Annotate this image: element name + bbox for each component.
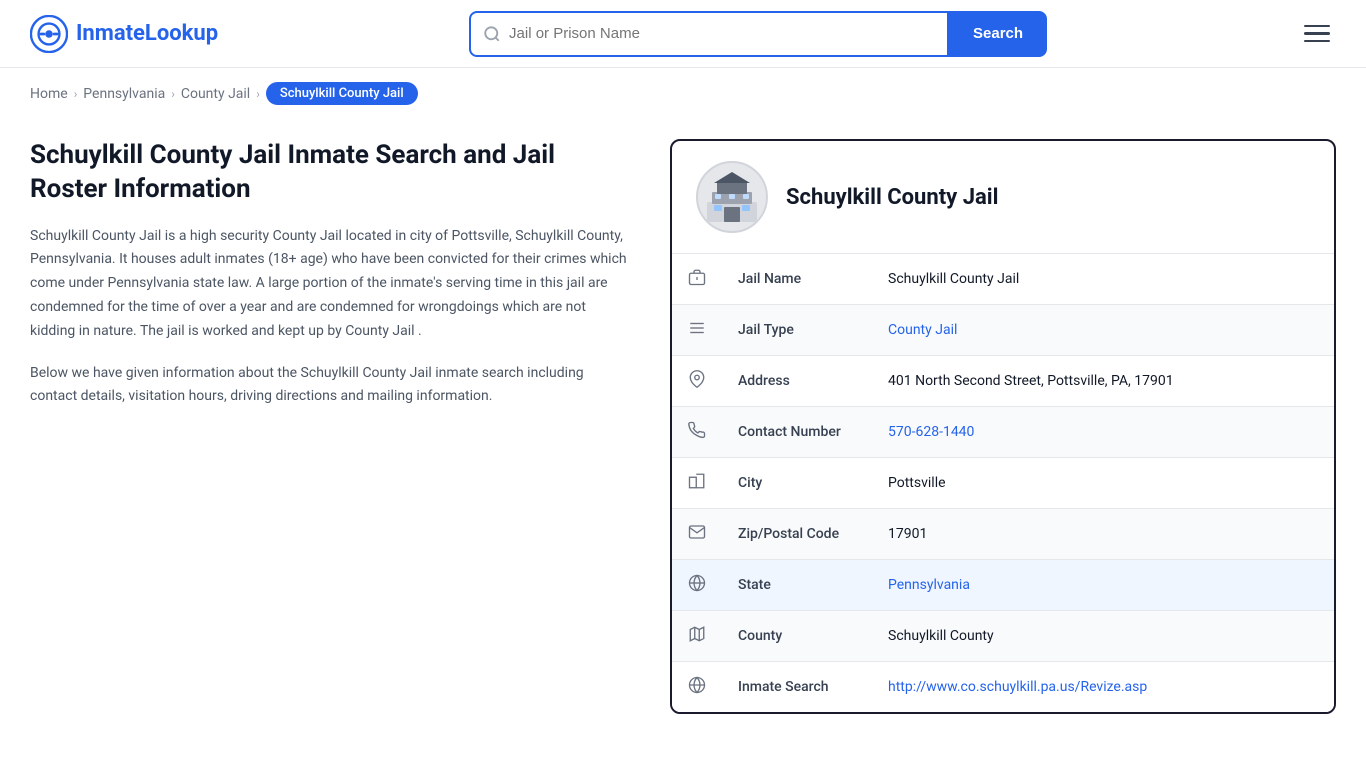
breadcrumb: Home › Pennsylvania › County Jail › Schu… <box>0 68 1366 119</box>
search-globe-icon <box>672 662 722 713</box>
cell-value-wrap: http://www.co.schuylkill.pa.us/Revize.as… <box>872 662 1334 713</box>
search-area: Search <box>469 11 1047 57</box>
county-icon <box>672 611 722 662</box>
breadcrumb-chevron-1: › <box>74 87 78 101</box>
cell-value-wrap: Schuylkill County <box>872 611 1334 662</box>
site-header: InmateLookup Search <box>0 0 1366 68</box>
phone-icon <box>672 407 722 458</box>
building-illustration <box>702 167 762 227</box>
jail-avatar <box>696 161 768 233</box>
breadcrumb-active: Schuylkill County Jail <box>266 82 418 105</box>
contact-link[interactable]: 570-628-1440 <box>888 424 974 440</box>
state-link[interactable]: Pennsylvania <box>888 577 970 593</box>
search-button[interactable]: Search <box>949 11 1047 57</box>
cell-label: Address <box>722 356 872 407</box>
breadcrumb-chevron-2: › <box>171 87 175 101</box>
cell-value-wrap: 570-628-1440 <box>872 407 1334 458</box>
hamburger-menu-button[interactable] <box>1298 19 1336 49</box>
cell-value: Schuylkill County Jail <box>888 271 1019 287</box>
jail-info-card: Schuylkill County Jail Jail Name Schuylk… <box>670 139 1336 714</box>
logo-icon <box>30 15 68 53</box>
type-icon <box>672 305 722 356</box>
menu-line-3 <box>1304 40 1330 43</box>
city-icon <box>672 458 722 509</box>
inmate-search-link[interactable]: http://www.co.schuylkill.pa.us/Revize.as… <box>888 679 1147 695</box>
cell-value-wrap: 401 North Second Street, Pottsville, PA,… <box>872 356 1334 407</box>
cell-value: Pottsville <box>888 475 946 491</box>
state-icon <box>672 560 722 611</box>
left-column: Schuylkill County Jail Inmate Search and… <box>30 139 670 409</box>
cell-value: 401 North Second Street, Pottsville, PA,… <box>888 373 1174 389</box>
search-input[interactable] <box>509 25 935 42</box>
jail-type-link[interactable]: County Jail <box>888 322 957 338</box>
cell-label: County <box>722 611 872 662</box>
right-column: Schuylkill County Jail Jail Name Schuylk… <box>670 139 1336 714</box>
breadcrumb-pennsylvania[interactable]: Pennsylvania <box>83 86 165 102</box>
jail-icon <box>672 254 722 305</box>
cell-label: Contact Number <box>722 407 872 458</box>
cell-value-wrap: Pennsylvania <box>872 560 1334 611</box>
cell-label: City <box>722 458 872 509</box>
search-input-wrap <box>469 11 949 57</box>
cell-value-wrap: Schuylkill County Jail <box>872 254 1334 305</box>
page-description-2: Below we have given information about th… <box>30 362 630 410</box>
page-description-1: Schuylkill County Jail is a high securit… <box>30 225 630 344</box>
info-table: Jail Name Schuylkill County Jail Jail Ty… <box>672 254 1334 712</box>
card-header: Schuylkill County Jail <box>672 141 1334 254</box>
cell-value: 17901 <box>888 526 927 542</box>
breadcrumb-county-jail[interactable]: County Jail <box>181 86 250 102</box>
menu-line-2 <box>1304 32 1330 35</box>
cell-value: Schuylkill County <box>888 628 994 644</box>
zip-icon <box>672 509 722 560</box>
card-title: Schuylkill County Jail <box>786 185 998 210</box>
logo-text: InmateLookup <box>76 21 218 46</box>
breadcrumb-chevron-3: › <box>256 87 260 101</box>
cell-label: Inmate Search <box>722 662 872 713</box>
cell-value-wrap: County Jail <box>872 305 1334 356</box>
cell-label: Zip/Postal Code <box>722 509 872 560</box>
cell-label: Jail Type <box>722 305 872 356</box>
main-content: Schuylkill County Jail Inmate Search and… <box>0 119 1366 754</box>
breadcrumb-home[interactable]: Home <box>30 86 68 102</box>
cell-value-wrap: Pottsville <box>872 458 1334 509</box>
cell-value-wrap: 17901 <box>872 509 1334 560</box>
logo-link[interactable]: InmateLookup <box>30 15 218 53</box>
cell-label: Jail Name <box>722 254 872 305</box>
cell-label: State <box>722 560 872 611</box>
address-icon <box>672 356 722 407</box>
search-icon <box>483 25 501 43</box>
page-title: Schuylkill County Jail Inmate Search and… <box>30 139 630 207</box>
menu-line-1 <box>1304 25 1330 28</box>
